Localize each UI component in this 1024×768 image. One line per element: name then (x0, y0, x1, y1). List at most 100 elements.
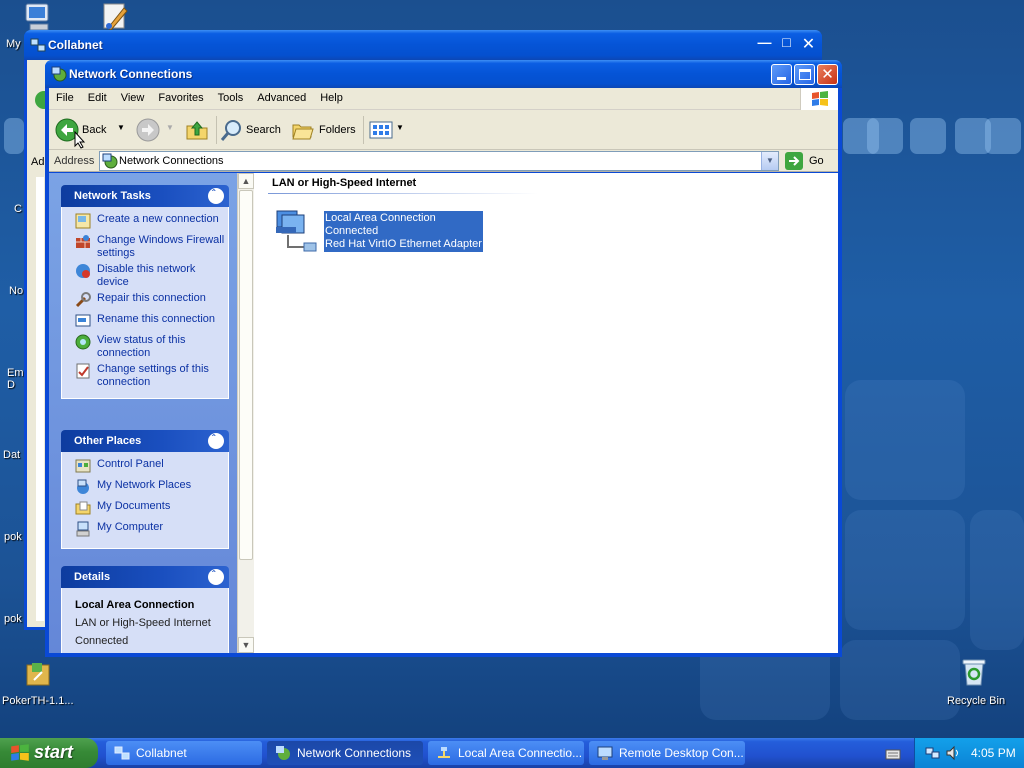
computer-icon (76, 521, 90, 537)
forward-dropdown-icon[interactable]: ▼ (166, 123, 174, 132)
mouse-cursor-icon (74, 131, 86, 149)
collapse-chevron-icon[interactable]: ˆ (208, 569, 224, 585)
clock[interactable]: 4:05 PM (971, 746, 1016, 760)
documents-icon (75, 501, 91, 515)
place-my-documents[interactable]: My Documents (62, 500, 228, 518)
maximize-button[interactable]: □ (776, 34, 797, 55)
toolbar-separator (216, 116, 217, 144)
task-change-settings[interactable]: Change settings of this connection (62, 363, 228, 389)
taskbar-network-connections[interactable]: Network Connections (267, 741, 423, 765)
maximize-button[interactable] (794, 64, 815, 85)
place-control-panel[interactable]: Control Panel (62, 458, 228, 476)
task-label: Create a new connection (97, 213, 219, 225)
go-button[interactable]: Go (785, 151, 830, 171)
forward-button[interactable]: ▼ (136, 118, 174, 142)
search-icon (220, 120, 241, 141)
network-icon (30, 38, 46, 52)
disable-network-icon (76, 264, 90, 278)
menu-help[interactable]: Help (313, 88, 350, 104)
desktop-icon-no[interactable]: No (9, 285, 23, 297)
lan-connection-icon (438, 747, 450, 758)
address-dropdown-button[interactable]: ▼ (761, 152, 778, 170)
taskbar-local-area-connection[interactable]: Local Area Connectio... (428, 741, 584, 765)
place-my-computer[interactable]: My Computer (62, 521, 228, 539)
task-disable-device[interactable]: Disable this network device (62, 263, 228, 289)
connection-status: Connected (325, 225, 379, 237)
recycle-bin-icon (962, 659, 986, 686)
network-icon (114, 746, 130, 760)
menu-favorites[interactable]: Favorites (151, 88, 210, 104)
back-button[interactable]: Back ▼ (55, 118, 125, 142)
speaker-icon[interactable] (945, 745, 961, 761)
minimize-button[interactable] (771, 64, 792, 85)
desktop-icon-label: Em D (7, 367, 24, 391)
folders-button[interactable]: Folders (291, 118, 357, 142)
menu-bar: File Edit View Favorites Tools Advanced Help (49, 88, 838, 110)
taskbar-label: Remote Desktop Con... (619, 746, 744, 760)
task-view-status[interactable]: View status of this connection (62, 334, 228, 360)
taskbar-collabnet[interactable]: Collabnet (106, 741, 262, 765)
other-places-header[interactable]: Other Places ˆ (61, 430, 229, 452)
views-dropdown-icon[interactable]: ▼ (396, 123, 404, 132)
task-label: View status of this connection (97, 334, 186, 359)
scroll-up-button[interactable]: ▲ (238, 173, 254, 189)
task-firewall-settings[interactable]: Change Windows Firewall settings (62, 234, 228, 260)
scroll-thumb[interactable] (239, 190, 253, 560)
network-tasks-body: Create a new connection Change Windows F… (61, 207, 229, 399)
content-pane[interactable]: LAN or High-Speed Internet Local Area Co… (254, 173, 838, 653)
forward-arrow-icon (136, 118, 160, 142)
desktop-icon-pok-1[interactable]: pok (4, 531, 22, 543)
taskbar-remote-desktop[interactable]: Remote Desktop Con... (589, 741, 745, 765)
menu-advanced[interactable]: Advanced (250, 88, 313, 104)
task-pane-scrollbar[interactable]: ▲ ▼ (237, 173, 254, 653)
views-button[interactable]: ▼ (369, 118, 405, 142)
rename-icon (75, 314, 91, 327)
place-network-places[interactable]: My Network Places (62, 479, 228, 497)
panel-title: Details (74, 571, 111, 583)
desktop-icon-label: pok (4, 613, 22, 625)
desktop-icon-c[interactable]: C (14, 203, 22, 215)
connection-name: Local Area Connection (325, 212, 436, 224)
collapse-chevron-icon[interactable]: ˆ (208, 433, 224, 449)
network-connections-titlebar[interactable]: Network Connections ✕ (45, 60, 842, 88)
network-tasks-header[interactable]: Network Tasks ˆ (61, 185, 229, 207)
start-button[interactable]: start (0, 738, 98, 768)
close-button[interactable]: ✕ (798, 34, 819, 55)
search-button[interactable]: Search (220, 118, 286, 142)
details-type: LAN or High-Speed Internet (75, 617, 211, 629)
taskbar-label: Local Area Connectio... (458, 746, 583, 760)
details-header[interactable]: Details ˆ (61, 566, 229, 588)
back-dropdown-icon[interactable]: ▼ (117, 123, 125, 132)
desktop-icon-label: pok (4, 531, 22, 543)
lan-connection-icon (276, 210, 317, 252)
connection-text-selected: Local Area Connection Connected Red Hat … (324, 211, 483, 252)
task-label: Disable this network device (97, 263, 196, 288)
collabnet-titlebar[interactable]: Collabnet — □ ✕ (24, 30, 822, 60)
menu-edit[interactable]: Edit (81, 88, 114, 104)
new-connection-icon (75, 213, 91, 229)
toolbar-separator (363, 116, 364, 144)
desktop-icon-em[interactable]: Em D (7, 367, 25, 391)
close-button[interactable]: ✕ (817, 64, 838, 85)
keyboard-icon[interactable] (885, 746, 901, 762)
connection-item-local-area[interactable]: Local Area Connection Connected Red Hat … (272, 207, 492, 257)
menu-view[interactable]: View (114, 88, 152, 104)
up-button[interactable] (185, 118, 209, 142)
minimize-button[interactable]: — (754, 34, 775, 55)
menu-tools[interactable]: Tools (211, 88, 251, 104)
address-input[interactable]: Network Connections ▼ (99, 151, 779, 171)
task-label: Change Windows Firewall settings (97, 234, 225, 259)
details-panel: Details ˆ Local Area Connection LAN or H… (61, 566, 229, 653)
menu-file[interactable]: File (49, 88, 81, 104)
desktop-icon-dat[interactable]: Dat (3, 449, 20, 461)
scroll-down-button[interactable]: ▼ (238, 637, 254, 653)
network-connections-window[interactable]: Network Connections ✕ File Edit View Favori… (45, 60, 842, 657)
collapse-chevron-icon[interactable]: ˆ (208, 188, 224, 204)
panel-title: Other Places (74, 435, 142, 447)
task-repair-connection[interactable]: Repair this connection (62, 292, 228, 310)
task-create-connection[interactable]: Create a new connection (62, 213, 228, 231)
desktop-icon-pok-2[interactable]: pok (4, 613, 22, 625)
task-rename-connection[interactable]: Rename this connection (62, 313, 228, 331)
task-label: Rename this connection (97, 313, 216, 325)
network-tray-icon[interactable] (925, 745, 941, 761)
